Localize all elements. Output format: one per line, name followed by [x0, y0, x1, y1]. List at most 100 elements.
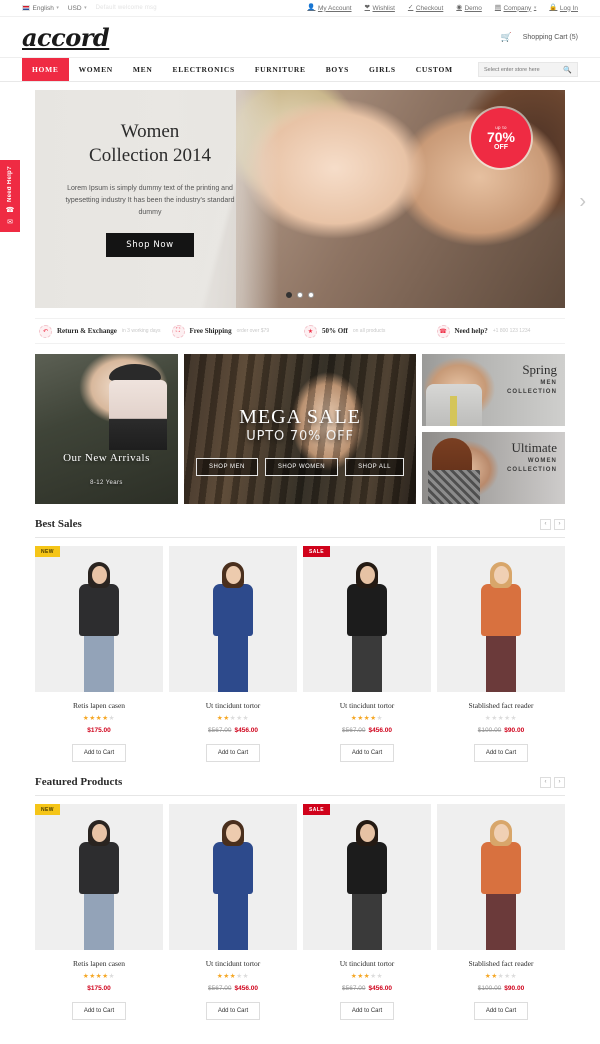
product-name[interactable]: Stablished fact reader: [437, 959, 565, 968]
product-old-price: $567.00: [208, 985, 232, 992]
add-to-cart-button[interactable]: Add to Cart: [473, 1002, 529, 1020]
figure-head: [359, 566, 375, 584]
building-icon: ▤: [494, 3, 501, 11]
product-old-price: $567.00: [208, 727, 232, 734]
product-name[interactable]: Retis lapen casen: [35, 959, 163, 968]
product-name[interactable]: Retis lapen casen: [35, 701, 163, 710]
promo-spring-men[interactable]: Spring MEN COLLECTION: [422, 354, 565, 426]
product-rating: ★★★★★: [437, 714, 565, 722]
product-image[interactable]: SALE: [303, 804, 431, 950]
search-box[interactable]: 🔍: [478, 62, 578, 77]
shop-men-button[interactable]: SHOP MEN: [195, 458, 258, 476]
product-card[interactable]: SALE Ut tincidunt tortor ★★★★★ $567.00 $456.…: [303, 804, 431, 1020]
product-rating: ★★★★★: [303, 714, 431, 722]
product-card[interactable]: NEW Retis lapen casen ★★★★★ $175.00 Add to C…: [35, 804, 163, 1020]
section-carousel-nav: ‹ ›: [540, 776, 565, 788]
add-to-cart-button[interactable]: Add to Cart: [205, 744, 261, 762]
product-name[interactable]: Ut tincidunt tortor: [303, 701, 431, 710]
nav-item-boys[interactable]: BOYS: [316, 58, 359, 81]
promo-decor-tie: [450, 396, 457, 426]
product-card[interactable]: Ut tincidunt tortor ★★★★★ $567.00 $456.00 Ad…: [169, 804, 297, 1020]
figure-torso: [79, 842, 119, 894]
promo-ultimate-women[interactable]: Ultimate WOMEN COLLECTION: [422, 432, 565, 504]
product-image[interactable]: [437, 546, 565, 692]
slider-next-arrow-icon[interactable]: ›: [579, 191, 586, 214]
nav-item-furniture[interactable]: FURNITURE: [245, 58, 316, 81]
carousel-prev-button[interactable]: ‹: [540, 776, 551, 788]
product-name[interactable]: Stablished fact reader: [437, 701, 565, 710]
search-input[interactable]: [484, 66, 564, 73]
shop-women-button[interactable]: SHOP WOMEN: [264, 458, 339, 476]
nav-item-home[interactable]: HOME: [22, 58, 69, 81]
shopping-cart-button[interactable]: 🛒 Shopping Cart (5): [501, 32, 578, 43]
phone-icon[interactable]: ☎: [6, 206, 15, 214]
carousel-next-button[interactable]: ›: [554, 518, 565, 530]
product-card[interactable]: Ut tincidunt tortor ★★★★★ $567.00 $456.00 Ad…: [169, 546, 297, 762]
promo-mega-sale[interactable]: MEGA SALE UPTO 70% OFF SHOP MEN SHOP WOM…: [184, 354, 416, 504]
language-selector[interactable]: English ▾: [22, 5, 59, 12]
search-icon[interactable]: 🔍: [563, 66, 572, 74]
nav-item-electronics[interactable]: ELECTRONICS: [163, 58, 245, 81]
nav-item-girls[interactable]: GIRLS: [359, 58, 406, 81]
topbar-link-login[interactable]: 🔒 Log In: [549, 4, 578, 12]
carousel-prev-button[interactable]: ‹: [540, 518, 551, 530]
currency-selector[interactable]: USD ▾: [68, 5, 87, 12]
need-help-label: Need Help?: [7, 165, 13, 202]
shop-all-button[interactable]: SHOP ALL: [345, 458, 405, 476]
topbar-link-checkout[interactable]: ✓ Checkout: [407, 3, 443, 11]
need-help-tab[interactable]: Need Help? ☎ ✉: [0, 160, 20, 232]
add-to-cart-button[interactable]: Add to Cart: [205, 1002, 261, 1020]
product-image[interactable]: NEW: [35, 546, 163, 692]
envelope-icon[interactable]: ✉: [7, 218, 13, 226]
promo-new-arrivals[interactable]: Our New Arrivals 8-12 Years: [35, 354, 178, 504]
product-name[interactable]: Ut tincidunt tortor: [169, 959, 297, 968]
product-name[interactable]: Ut tincidunt tortor: [169, 701, 297, 710]
hero-description: Lorem Ipsum is simply dummy text of the …: [65, 184, 235, 217]
figure-legs: [352, 894, 382, 950]
topbar-link-my-account[interactable]: 👤 My Account: [307, 4, 351, 11]
nav-item-women[interactable]: WOMEN: [69, 58, 123, 81]
product-card[interactable]: NEW Retis lapen casen ★★★★★ $175.00 Add to C…: [35, 546, 163, 762]
product-image[interactable]: SALE: [303, 546, 431, 692]
promo-right-column: Spring MEN COLLECTION Ultimate WOMEN COL…: [422, 354, 565, 504]
topbar-link-label: Log In: [559, 4, 578, 12]
nav-item-men[interactable]: MEN: [123, 58, 163, 81]
site-logo[interactable]: accord: [22, 23, 110, 52]
product-badge: SALE: [303, 546, 330, 557]
slider-dot-1[interactable]: [286, 292, 292, 298]
slider-dot-2[interactable]: [297, 292, 303, 298]
add-to-cart-button[interactable]: Add to Cart: [71, 1002, 127, 1020]
product-card[interactable]: Stablished fact reader ★★★★★ $100.00 $90.00…: [437, 804, 565, 1020]
star-icon: ★: [242, 715, 250, 722]
product-card[interactable]: Stablished fact reader ★★★★★ $100.00 $90.00…: [437, 546, 565, 762]
figure-head: [493, 824, 509, 842]
product-image[interactable]: [437, 804, 565, 950]
promo-spring-line2: COLLECTION: [507, 389, 557, 395]
slider-dot-3[interactable]: [308, 292, 314, 298]
product-image[interactable]: NEW: [35, 804, 163, 950]
topbar-link-demo[interactable]: ◉ Demo: [456, 4, 482, 11]
slider-dots[interactable]: [35, 292, 565, 298]
add-to-cart-button[interactable]: Add to Cart: [71, 744, 127, 762]
add-to-cart-button[interactable]: Add to Cart: [339, 744, 395, 762]
figure-torso: [347, 584, 387, 636]
product-name[interactable]: Ut tincidunt tortor: [303, 959, 431, 968]
cart-label: Shopping Cart (5): [522, 33, 578, 41]
promo-spring-title: Spring: [522, 362, 557, 377]
shop-now-button[interactable]: Shop Now: [106, 233, 194, 258]
service-note: order over $79: [236, 328, 270, 334]
topbar-link-company[interactable]: ▤ Company ▾: [494, 3, 537, 11]
figure-head: [225, 566, 241, 584]
product-image[interactable]: [169, 546, 297, 692]
promo-spring-subtitle: MEN COLLECTION: [507, 379, 557, 397]
product-image[interactable]: [169, 804, 297, 950]
carousel-next-button[interactable]: ›: [554, 776, 565, 788]
product-card[interactable]: SALE Ut tincidunt tortor ★★★★★ $567.00 $456.…: [303, 546, 431, 762]
nav-item-custom[interactable]: CUSTOM: [406, 58, 463, 81]
topbar-link-wishlist[interactable]: ❤ Wishlist: [365, 4, 395, 11]
product-grid: NEW Retis lapen casen ★★★★★ $175.00 Add to C…: [35, 804, 565, 1020]
cart-icon: 🛒: [500, 31, 512, 42]
check-icon: ✓: [407, 3, 414, 11]
add-to-cart-button[interactable]: Add to Cart: [339, 1002, 395, 1020]
add-to-cart-button[interactable]: Add to Cart: [473, 744, 529, 762]
